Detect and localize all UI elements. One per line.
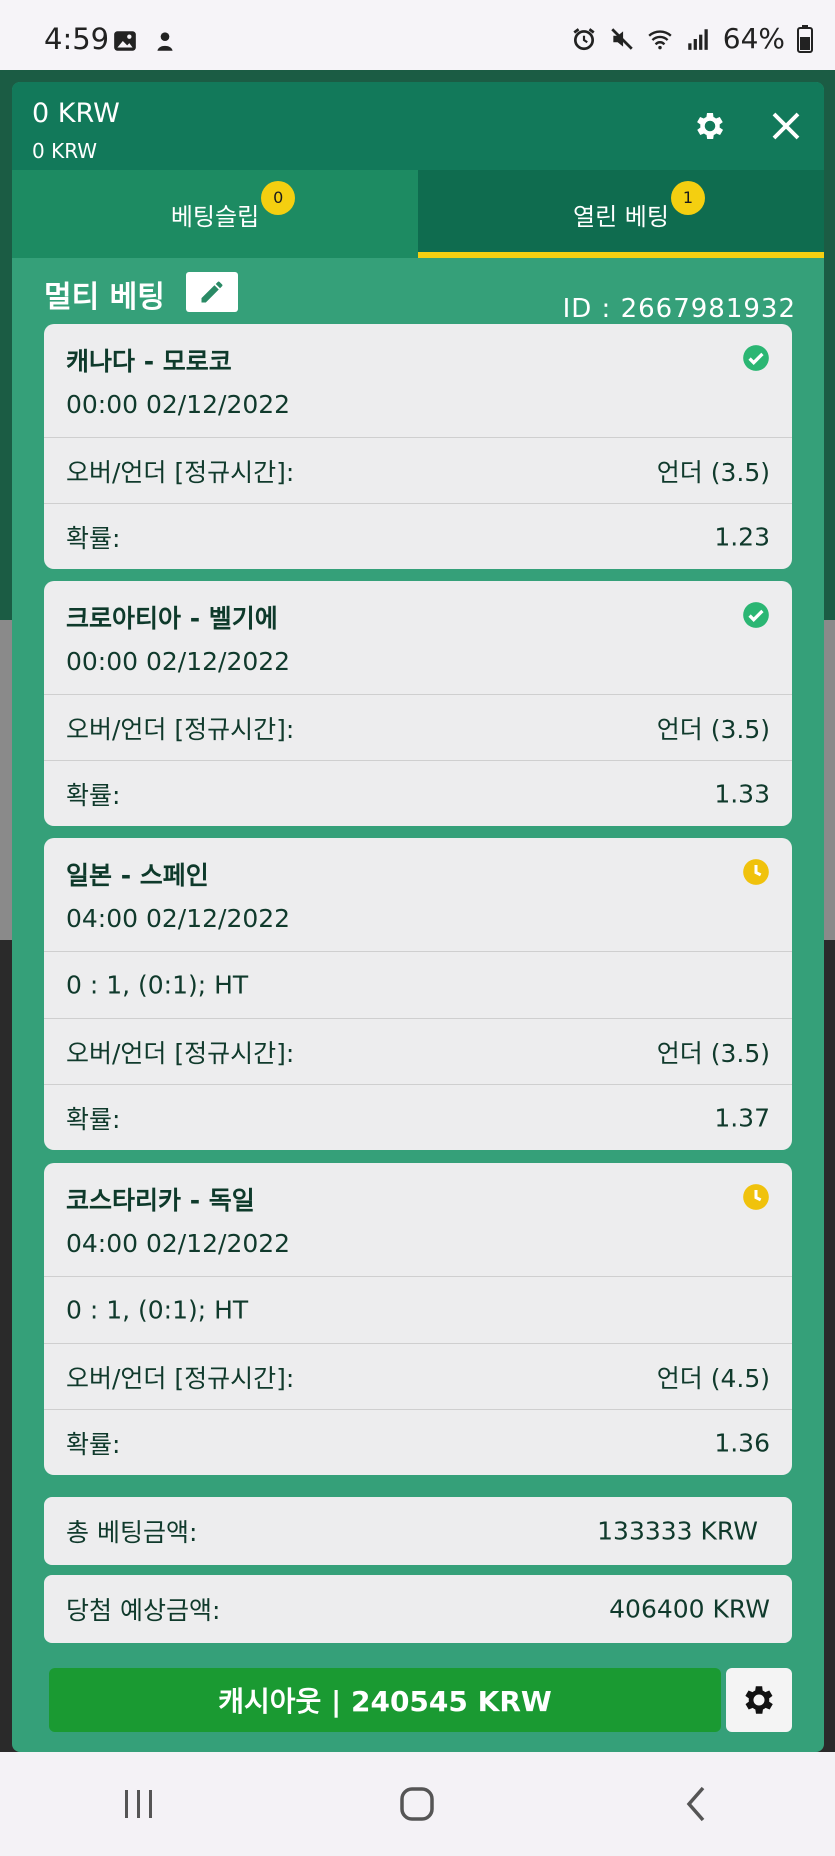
settings-gear-icon[interactable] xyxy=(692,108,728,144)
selection-value: 언더 (3.5) xyxy=(656,714,770,744)
notification-app-icon xyxy=(157,32,173,51)
match-time: 04:00 02/12/2022 xyxy=(66,1229,291,1258)
home-button[interactable] xyxy=(387,1779,447,1829)
match-name: 캐나다 - 모로코 xyxy=(66,347,232,376)
total-stake-row: 총 베팅금액: 133333 KRW xyxy=(44,1497,792,1565)
gear-icon xyxy=(745,1686,773,1714)
close-icon[interactable] xyxy=(768,108,804,144)
mute-icon xyxy=(611,27,633,50)
selection-value: 언더 (3.5) xyxy=(656,1038,770,1068)
tab-betslip[interactable]: 베팅슬립 0 xyxy=(12,170,418,258)
cashout-settings-button[interactable] xyxy=(726,1668,792,1732)
bet-card: 코스타리카 - 독일 04:00 02/12/2022 0 : 1, (0:1)… xyxy=(44,1163,792,1475)
clock-icon xyxy=(743,859,769,885)
match-time: 00:00 02/12/2022 xyxy=(66,647,291,676)
total-stake-value: 133333 KRW xyxy=(597,1516,758,1546)
back-button[interactable] xyxy=(666,1779,726,1829)
battery-icon xyxy=(797,24,813,53)
match-name: 일본 - 스페인 xyxy=(66,861,209,890)
betslip-panel: 0 KRW 0 KRW 베팅슬립 0 열린 베팅 1 멀티 베팅 ID : 26… xyxy=(12,82,824,1752)
odds-label: 확률: xyxy=(66,523,121,553)
odds-label: 확률: xyxy=(66,1429,121,1459)
tab-betslip-badge: 0 xyxy=(261,180,296,215)
status-bar: 4:59 64% xyxy=(0,0,835,70)
match-time: 00:00 02/12/2022 xyxy=(66,390,291,419)
home-icon xyxy=(400,1787,435,1821)
selection-value: 언더 (4.5) xyxy=(656,1363,770,1393)
score-text: 0 : 1, (0:1); HT xyxy=(66,1295,249,1325)
betslip-tabs: 베팅슬립 0 열린 베팅 1 xyxy=(12,170,824,258)
odds-label: 확률: xyxy=(66,780,121,810)
clock-icon xyxy=(743,1184,769,1210)
expected-win-value: 406400 KRW xyxy=(609,1594,770,1624)
score-text: 0 : 1, (0:1); HT xyxy=(66,970,249,1000)
recent-apps-button[interactable] xyxy=(109,1779,169,1829)
expected-win-row: 당첨 예상금액: 406400 KRW xyxy=(44,1575,792,1643)
total-stake-label: 총 베팅금액: xyxy=(66,1518,198,1547)
navigation-bar xyxy=(0,1752,835,1856)
status-time: 4:59 xyxy=(44,22,110,56)
odds-value: 1.23 xyxy=(714,522,770,551)
market-label: 오버/언더 [정규시간]: xyxy=(66,714,295,744)
check-circle-icon xyxy=(743,602,769,628)
match-time: 04:00 02/12/2022 xyxy=(66,904,291,933)
market-label: 오버/언더 [정규시간]: xyxy=(66,457,295,487)
bet-card: 캐나다 - 모로코 00:00 02/12/2022 오버/언더 [정규시간]:… xyxy=(44,324,792,569)
odds-value: 1.37 xyxy=(714,1103,770,1132)
pencil-icon xyxy=(201,281,223,303)
cashout-button[interactable]: 캐시아웃 | 240545 KRW xyxy=(49,1668,721,1732)
match-name: 코스타리카 - 독일 xyxy=(66,1186,255,1215)
odds-value: 1.36 xyxy=(714,1428,770,1457)
wifi-icon xyxy=(648,29,672,49)
odds-value: 1.33 xyxy=(714,779,770,808)
alarm-icon xyxy=(573,27,595,50)
tab-open-bets[interactable]: 열린 베팅 1 xyxy=(418,170,824,258)
match-name: 크로아티아 - 벨기에 xyxy=(66,604,278,633)
panel-header: 0 KRW 0 KRW xyxy=(12,82,824,170)
back-chevron-icon xyxy=(686,1786,705,1822)
sub-balance-amount: 0 KRW xyxy=(32,139,98,163)
balance-amount: 0 KRW xyxy=(32,98,120,129)
tab-open-bets-badge: 1 xyxy=(670,180,705,215)
signal-icon xyxy=(688,28,708,50)
multi-bet-title: 멀티 베팅 xyxy=(44,280,165,315)
market-label: 오버/언더 [정규시간]: xyxy=(66,1038,295,1068)
market-label: 오버/언더 [정규시간]: xyxy=(66,1363,295,1393)
tab-open-bets-label: 열린 베팅 xyxy=(573,202,669,231)
gallery-icon xyxy=(114,31,136,51)
battery-level: 64% xyxy=(722,22,785,55)
bet-id: ID : 2667981932 xyxy=(562,294,796,324)
odds-label: 확률: xyxy=(66,1104,121,1134)
bet-card: 크로아티아 - 벨기에 00:00 02/12/2022 오버/언더 [정규시간… xyxy=(44,581,792,826)
check-circle-icon xyxy=(743,345,769,371)
bet-card: 일본 - 스페인 04:00 02/12/2022 0 : 1, (0:1); … xyxy=(44,838,792,1150)
expected-win-label: 당첨 예상금액: xyxy=(66,1596,221,1625)
tab-betslip-label: 베팅슬립 xyxy=(170,202,260,231)
recent-apps-icon xyxy=(125,1790,153,1818)
edit-button[interactable] xyxy=(186,272,238,312)
selection-value: 언더 (3.5) xyxy=(656,457,770,487)
